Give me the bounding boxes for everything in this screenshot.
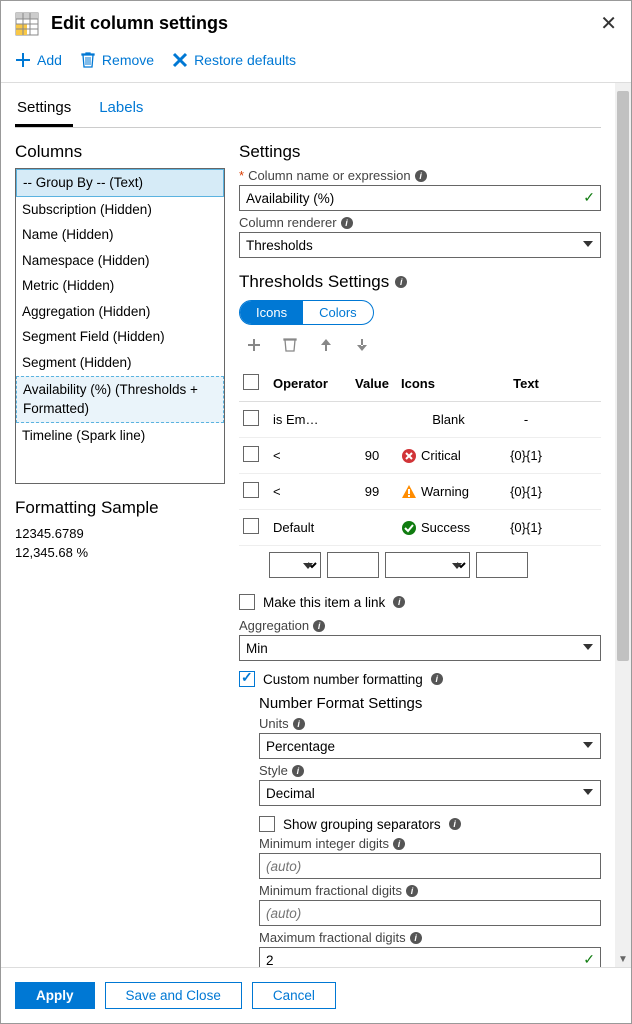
cancel-button[interactable]: Cancel	[252, 982, 336, 1009]
aggregation-select[interactable]: Min	[239, 635, 601, 661]
nfs-header: Number Format Settings	[259, 695, 601, 712]
sample-formatted: 12,345.68 %	[15, 543, 225, 562]
sample-header: Formatting Sample	[15, 498, 225, 518]
info-icon[interactable]: i	[449, 818, 461, 830]
check-icon: ✓	[583, 189, 595, 206]
sample-raw: 12345.6789	[15, 524, 225, 543]
threshold-delete-icon[interactable]	[281, 337, 299, 358]
column-item[interactable]: Metric (Hidden)	[16, 273, 224, 299]
apply-button[interactable]: Apply	[15, 982, 95, 1009]
threshold-row[interactable]: < 99 Warning {0}{1}	[239, 474, 601, 510]
row-check[interactable]	[243, 410, 259, 426]
threshold-add-icon[interactable]	[245, 337, 263, 358]
pill-colors[interactable]: Colors	[303, 301, 373, 324]
warning-icon	[401, 484, 417, 500]
new-icon-select[interactable]	[385, 552, 470, 578]
info-icon[interactable]: i	[293, 718, 305, 730]
add-button[interactable]: Add	[15, 52, 62, 68]
grouping-checkbox[interactable]	[259, 816, 275, 832]
columns-header: Columns	[15, 142, 225, 162]
column-item[interactable]: Timeline (Spark line)	[16, 423, 224, 449]
new-val-input[interactable]	[327, 552, 379, 578]
column-item[interactable]: Subscription (Hidden)	[16, 197, 224, 223]
x-icon	[172, 52, 188, 68]
scroll-down-icon[interactable]: ▼	[615, 954, 631, 965]
tab-settings[interactable]: Settings	[15, 93, 73, 127]
threshold-row[interactable]: is Em… Blank -	[239, 402, 601, 438]
settings-header: Settings	[239, 142, 601, 162]
min-frac-input[interactable]	[259, 900, 601, 926]
custom-format-checkbox[interactable]	[239, 671, 255, 687]
row-check[interactable]	[243, 518, 259, 534]
threshold-down-icon[interactable]	[353, 337, 371, 358]
threshold-mode-toggle[interactable]: Icons Colors	[239, 300, 374, 325]
min-int-input[interactable]	[259, 853, 601, 879]
info-icon[interactable]: i	[313, 620, 325, 632]
info-icon[interactable]: i	[341, 217, 353, 229]
row-check[interactable]	[243, 482, 259, 498]
units-select[interactable]: Percentage	[259, 733, 601, 759]
column-item[interactable]: -- Group By -- (Text)	[16, 169, 224, 197]
new-op-select[interactable]	[269, 552, 321, 578]
dialog-title: Edit column settings	[51, 13, 600, 34]
info-icon[interactable]: i	[431, 673, 443, 685]
scrollbar[interactable]: ▼	[615, 83, 631, 967]
grid-icon	[15, 12, 39, 36]
info-icon[interactable]: i	[410, 932, 422, 944]
restore-button[interactable]: Restore defaults	[172, 52, 296, 68]
success-icon	[401, 520, 417, 536]
info-icon[interactable]: i	[292, 765, 304, 777]
remove-button[interactable]: Remove	[80, 52, 154, 68]
critical-icon	[401, 448, 417, 464]
info-icon[interactable]: i	[395, 276, 407, 288]
info-icon[interactable]: i	[393, 838, 405, 850]
column-item[interactable]: Name (Hidden)	[16, 222, 224, 248]
info-icon[interactable]: i	[393, 596, 405, 608]
tab-labels[interactable]: Labels	[97, 93, 145, 127]
column-item[interactable]: Availability (%) (Thresholds + Formatted…	[16, 376, 224, 423]
column-item[interactable]: Namespace (Hidden)	[16, 248, 224, 274]
scrollbar-thumb[interactable]	[617, 91, 629, 661]
info-icon[interactable]: i	[406, 885, 418, 897]
info-icon[interactable]: i	[415, 170, 427, 182]
row-check[interactable]	[243, 446, 259, 462]
renderer-select[interactable]: Thresholds	[239, 232, 601, 258]
threshold-up-icon[interactable]	[317, 337, 335, 358]
check-icon: ✓	[583, 951, 595, 967]
plus-icon	[15, 52, 31, 68]
check-all[interactable]	[243, 374, 259, 390]
pill-icons[interactable]: Icons	[240, 301, 303, 324]
column-item[interactable]: Aggregation (Hidden)	[16, 299, 224, 325]
threshold-row[interactable]: Default Success {0}{1}	[239, 510, 601, 546]
make-link-checkbox[interactable]	[239, 594, 255, 610]
max-frac-input[interactable]	[259, 947, 601, 967]
style-select[interactable]: Decimal	[259, 780, 601, 806]
save-close-button[interactable]: Save and Close	[105, 982, 242, 1009]
close-button[interactable]: ✕	[600, 11, 617, 36]
column-name-input[interactable]	[239, 185, 601, 211]
column-item[interactable]: Segment (Hidden)	[16, 350, 224, 376]
new-text-input[interactable]	[476, 552, 528, 578]
threshold-row[interactable]: < 90 Critical {0}{1}	[239, 438, 601, 474]
trash-icon	[80, 52, 96, 68]
column-item[interactable]: Segment Field (Hidden)	[16, 324, 224, 350]
columns-list[interactable]: -- Group By -- (Text) Subscription (Hidd…	[15, 168, 225, 484]
